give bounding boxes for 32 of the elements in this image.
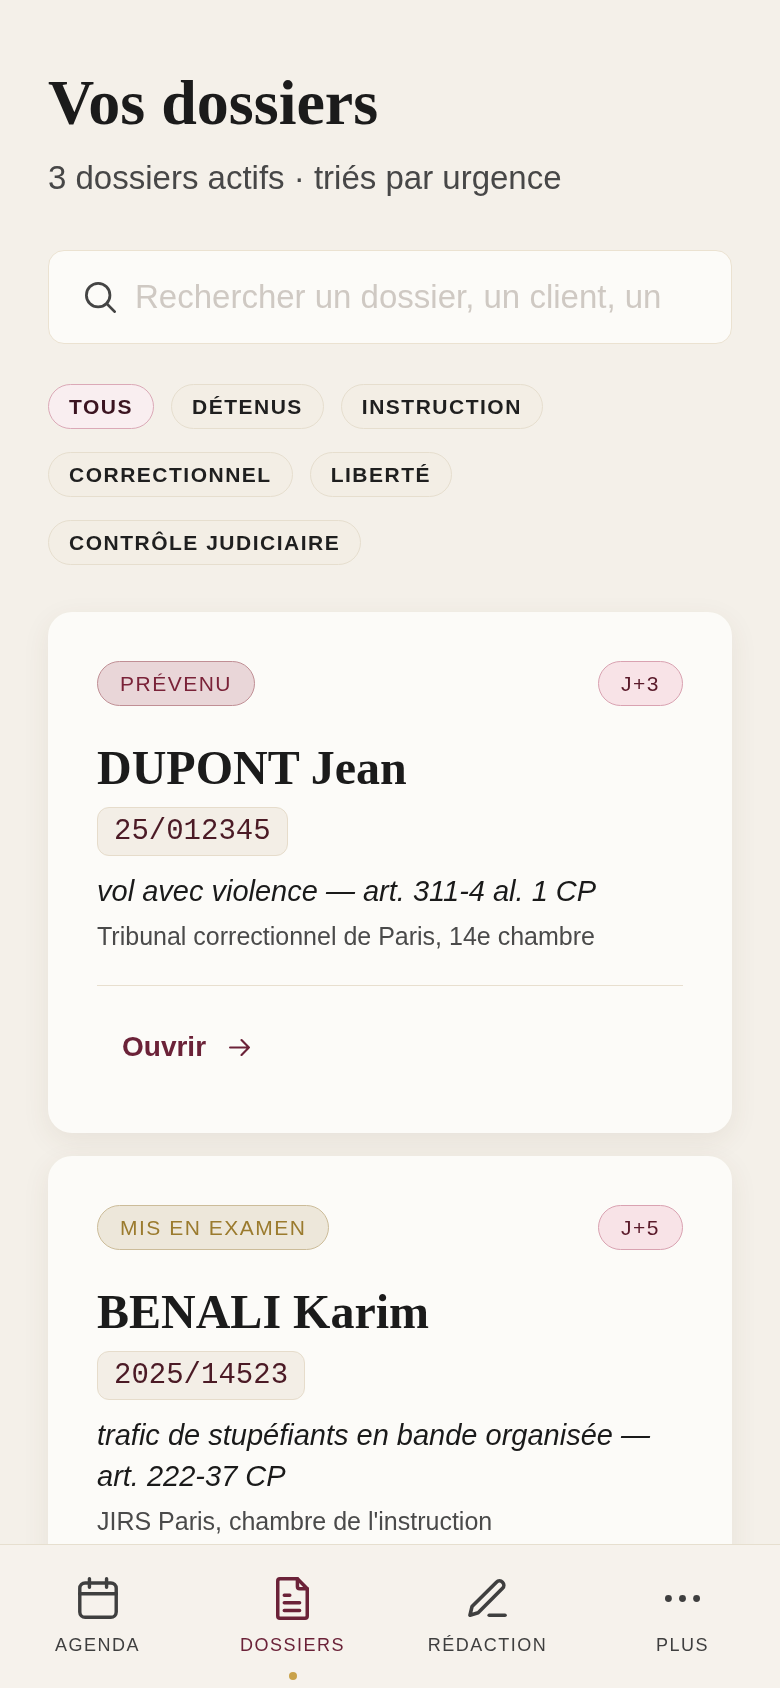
active-dot-icon [288, 1672, 297, 1680]
deadline-tag: J+3 [598, 661, 683, 706]
filter-chip[interactable]: CONTRÔLE JUDICIAIRE [48, 520, 362, 565]
role-tag: MIS EN EXAMEN [97, 1205, 330, 1250]
deadline-tag: J+5 [598, 1205, 683, 1250]
case-number: 2025/14523 [97, 1351, 306, 1400]
more-icon [665, 1594, 700, 1602]
nav-tab[interactable]: RÉDACTION [390, 1545, 585, 1688]
court-name: Tribunal correctionnel de Paris, 14e chambre [97, 921, 595, 952]
case-number: 25/012345 [97, 807, 288, 856]
client-name: BENALI Karim [97, 1284, 429, 1340]
filter-chip[interactable]: TOUS [48, 384, 154, 429]
client-name: DUPONT Jean [97, 740, 407, 796]
nav-tab[interactable]: PLUS [585, 1545, 780, 1688]
pen-icon [468, 1579, 507, 1617]
page-title: Vos dossiers [48, 66, 379, 140]
calendar-icon [77, 1577, 118, 1619]
nav-tab[interactable]: AGENDA [0, 1545, 195, 1688]
page-subtitle: 3 dossiers actifs · triés par urgence [48, 158, 562, 198]
charge-text: vol avec violence — art. 311-4 al. 1 CP [97, 873, 597, 909]
search-icon [85, 281, 116, 313]
filter-chip[interactable]: DÉTENUS [170, 384, 324, 429]
arrow-right-icon [229, 1038, 251, 1056]
court-name: JIRS Paris, chambre de l'instruction [97, 1506, 493, 1537]
filter-chip[interactable]: CORRECTIONNEL [48, 452, 293, 497]
filter-chip[interactable]: LIBERTÉ [309, 452, 452, 497]
charge-text: trafic de stupéfiants en bande organisée — art. 222-37 CP [97, 1417, 651, 1494]
open-button[interactable]: Ouvrir [97, 1019, 276, 1075]
nav-tab[interactable]: DOSSIERS [195, 1545, 390, 1688]
document-icon [276, 1576, 309, 1620]
filter-chip[interactable]: INSTRUCTION [340, 384, 543, 429]
role-tag: PRÉVENU [97, 661, 256, 706]
